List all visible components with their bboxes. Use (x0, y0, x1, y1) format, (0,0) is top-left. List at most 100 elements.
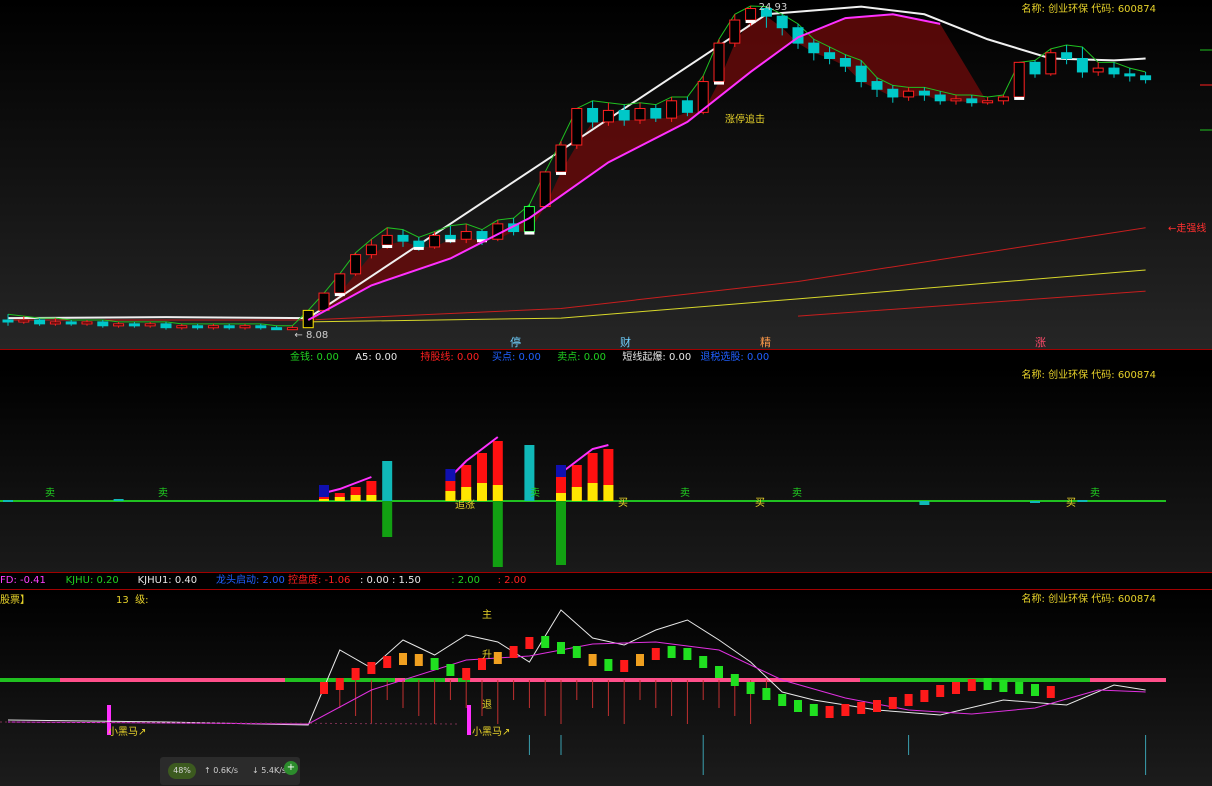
white-mark (556, 171, 566, 175)
candle-body (239, 325, 251, 329)
candle-body (255, 325, 267, 329)
candle-body (444, 234, 456, 240)
status-item: : 2.00 (497, 575, 527, 586)
step-block (873, 700, 881, 712)
cyan-bar (1077, 500, 1088, 502)
candle-body (839, 57, 851, 67)
candle-body (745, 7, 757, 21)
step-block (541, 636, 550, 648)
candle-body (1140, 75, 1152, 81)
step-block (746, 682, 755, 694)
candle-body (65, 321, 77, 325)
candle-body (1108, 67, 1120, 75)
blue-bar (556, 465, 566, 477)
candle-body (618, 109, 630, 121)
panel-header-left: 股票】 (0, 595, 30, 606)
magenta-top-line (449, 436, 499, 478)
candle-body (918, 90, 930, 96)
step-block (493, 652, 502, 664)
step-block (446, 664, 455, 676)
sell-label: 卖 (45, 487, 55, 499)
indicator-chart-2[interactable]: 卖 卖 卖 卖 卖 卖买 买 买 追涨 名称: 创业环保 代码: 600874 (0, 366, 1212, 573)
cyan-bar (382, 461, 393, 501)
white-mark (334, 293, 345, 297)
status-item: 持股线: 0.00 (420, 352, 480, 363)
candle-body (207, 325, 219, 329)
yellow-bar (587, 483, 598, 501)
candle-body (160, 323, 172, 329)
sell-label: 卖 (680, 487, 690, 499)
step-block (762, 688, 771, 700)
sell-label: 卖 (530, 487, 540, 499)
candle-body (713, 42, 725, 83)
candle-body (1045, 52, 1057, 75)
step-block (1031, 684, 1039, 696)
candle-body (602, 109, 614, 123)
candle-body (128, 323, 140, 327)
yellow-bar (571, 487, 582, 501)
price-high-label: 24.93 (759, 2, 788, 13)
step-block (588, 654, 597, 666)
step-block (699, 656, 708, 668)
indicator-svg-2[interactable]: 卖 卖 卖 卖 卖 卖买 买 买 追涨 (0, 366, 1212, 573)
candle-body (982, 100, 994, 104)
price-low-label: ← 8.08 (294, 330, 328, 341)
step-block (667, 646, 676, 658)
candle-body (587, 107, 599, 123)
step-block (841, 704, 850, 716)
candle-body (413, 240, 425, 248)
step-block (904, 694, 913, 706)
candlestick-svg[interactable]: 24.93 ← 8.08 涨停追击 ←走强线停 财 精 涨 (0, 0, 1212, 350)
zhu-label: 主 (482, 609, 492, 621)
step-block (620, 660, 629, 672)
step-block (572, 646, 581, 658)
status-item: : 0.00 : 1.50 (360, 575, 421, 586)
status-item: KJHU: 0.20 (65, 575, 119, 586)
step-block (809, 704, 818, 716)
step-block (636, 654, 644, 666)
white-mark (1014, 96, 1025, 100)
candle-body (966, 98, 978, 104)
candle-body (1013, 61, 1025, 98)
network-speed-widget[interactable]: 48% ↑ 0.6K/s ↓ 5.4K/s + (160, 757, 300, 785)
step-block (1046, 686, 1055, 698)
step-block (778, 694, 787, 706)
status-item: 短线起爆: 0.00 (622, 352, 692, 363)
step-block (383, 656, 392, 668)
cyan-bar (113, 499, 124, 501)
step-block (715, 666, 723, 678)
candle-body (1076, 57, 1088, 73)
step-block (414, 654, 423, 666)
plus-icon[interactable]: + (284, 761, 298, 775)
candle-body (1124, 73, 1136, 77)
green-neg-bar (556, 501, 566, 565)
indicator-status-bar: 金钱: 0.00 A5: 0.00 持股线: 0.00 买点: 0.00 卖点: 0.0… (0, 350, 1212, 366)
candle-body (571, 107, 583, 146)
candle-body (855, 65, 867, 83)
candle-body (650, 107, 662, 119)
step-block (399, 653, 407, 665)
candle-body (903, 90, 915, 98)
marker-label: 停 (510, 335, 521, 349)
candle-body (808, 42, 820, 54)
zhangting-label: 涨停追击 (725, 112, 765, 125)
candle-body (350, 254, 362, 275)
candle-body (429, 234, 441, 248)
buy-label: 买 (1066, 497, 1076, 509)
candle-body (334, 273, 346, 294)
step-block (825, 706, 834, 718)
candle-body (381, 234, 393, 246)
white-mark (445, 239, 456, 243)
candle-body (934, 94, 946, 102)
status-item: 退税选股: 0.00 (700, 352, 770, 363)
marker-label: 精 (760, 336, 771, 349)
candle-body (1029, 61, 1041, 75)
main-price-chart[interactable]: 24.93 ← 8.08 涨停追击 ←走强线停 财 精 涨 名称: 创业环保 代码: 600… (0, 0, 1212, 350)
indicator-status-bar-2: FD: -0.41 KJHU: 0.20 KJHU1: 0.40 龙头启动: 2.00… (0, 573, 1212, 589)
step-block (462, 668, 471, 680)
green-neg-bar (492, 501, 503, 567)
download-speed: ↓ 5.4K/s (252, 766, 287, 775)
candle-body (824, 52, 836, 59)
status-item: KJHU1: 0.40 (137, 575, 198, 586)
candle-body (176, 325, 188, 329)
